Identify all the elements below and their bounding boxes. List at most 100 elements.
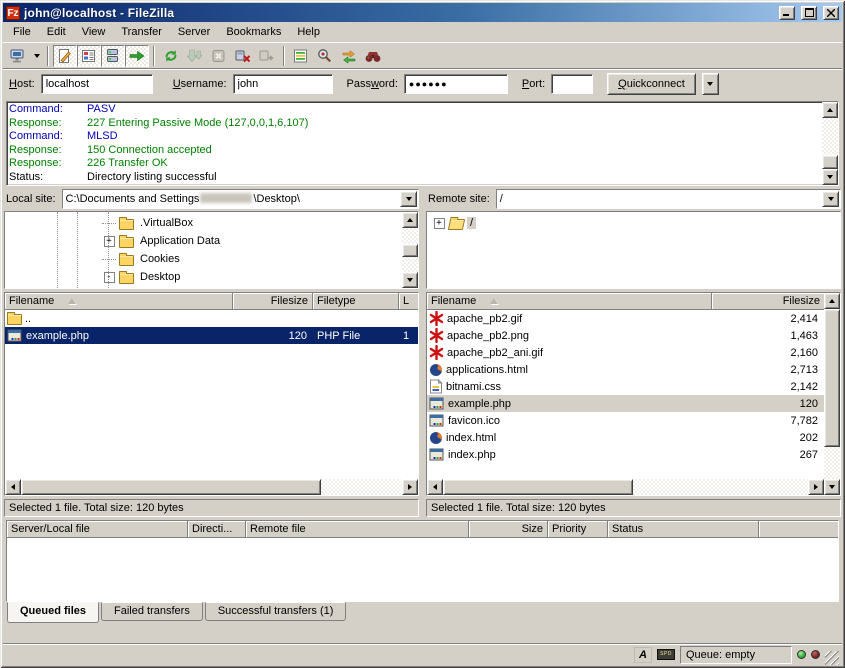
scrollbar-down-button[interactable] bbox=[822, 169, 838, 185]
remote-list-hscrollbar[interactable] bbox=[427, 479, 824, 495]
scrollbar-right-button[interactable] bbox=[402, 479, 418, 495]
log-scrollbar[interactable] bbox=[822, 102, 838, 185]
site-manager-button[interactable] bbox=[6, 45, 30, 67]
maximize-button[interactable] bbox=[801, 6, 817, 20]
scrollbar-up-button[interactable] bbox=[822, 102, 838, 118]
column-header-server-local-file[interactable]: Server/Local file bbox=[7, 521, 188, 538]
menu-edit[interactable]: Edit bbox=[39, 23, 74, 41]
column-header-remote-file[interactable]: Remote file bbox=[246, 521, 469, 538]
toggle-local-tree-button[interactable] bbox=[77, 45, 101, 67]
site-manager-dropdown[interactable] bbox=[30, 45, 43, 67]
menu-view[interactable]: View bbox=[74, 23, 114, 41]
column-header-filename[interactable]: Filename bbox=[427, 293, 712, 310]
local-path-combobox[interactable]: C:\Documents and Settings\Desktop\ bbox=[62, 189, 419, 209]
toggle-message-log-button[interactable] bbox=[53, 45, 77, 67]
column-header-filesize[interactable]: Filesize bbox=[233, 293, 313, 310]
file-row[interactable]: apache_pb2.png 1,463 bbox=[427, 327, 824, 344]
scrollbar-right-button[interactable] bbox=[808, 479, 824, 495]
column-header-lastmodified[interactable]: L bbox=[399, 293, 418, 310]
file-row[interactable]: apache_pb2.gif 2,414 bbox=[427, 310, 824, 327]
tab-failed-transfers[interactable]: Failed transfers bbox=[101, 602, 203, 621]
quickconnect-dropdown[interactable] bbox=[702, 73, 719, 95]
scrollbar-thumb[interactable] bbox=[822, 155, 838, 169]
scrollbar-down-button[interactable] bbox=[824, 479, 840, 495]
local-tree-scrollbar[interactable] bbox=[402, 212, 418, 288]
username-input[interactable] bbox=[233, 74, 333, 94]
menu-help[interactable]: Help bbox=[289, 23, 328, 41]
scrollbar-thumb[interactable] bbox=[21, 479, 321, 495]
scrollbar-down-button[interactable] bbox=[402, 272, 418, 288]
local-list-hscrollbar[interactable] bbox=[5, 479, 418, 495]
menu-server[interactable]: Server bbox=[170, 23, 218, 41]
process-queue-button[interactable] bbox=[183, 45, 207, 67]
cancel-operation-button[interactable] bbox=[207, 45, 231, 67]
scrollbar-thumb[interactable] bbox=[402, 244, 418, 257]
file-row-example-php[interactable]: example.php 120 PHP File 1 bbox=[5, 327, 418, 344]
remote-list-header: Filename Filesize bbox=[427, 293, 824, 310]
title-bar: Fz john@localhost - FileZilla bbox=[3, 3, 842, 22]
html-file-icon bbox=[429, 431, 443, 445]
quickconnect-button[interactable]: Quickconnect bbox=[607, 73, 696, 95]
arrow-left-icon bbox=[11, 484, 15, 490]
quickconnect-bar: Host: Username: Password: Port: Quickcon… bbox=[3, 68, 842, 99]
tree-expand-button[interactable]: + bbox=[434, 218, 445, 229]
tab-queued-files[interactable]: Queued files bbox=[7, 602, 99, 623]
menu-bookmarks[interactable]: Bookmarks bbox=[218, 23, 289, 41]
file-row[interactable]: index.html 202 bbox=[427, 429, 824, 446]
find-files-button[interactable] bbox=[361, 45, 385, 67]
tree-collapse-button[interactable]: - bbox=[104, 272, 115, 283]
reconnect-button[interactable] bbox=[255, 45, 279, 67]
toggle-queue-button[interactable] bbox=[125, 45, 149, 67]
disconnect-button[interactable] bbox=[231, 45, 255, 67]
scrollbar-up-button[interactable] bbox=[402, 212, 418, 228]
scrollbar-up-button[interactable] bbox=[824, 293, 840, 309]
toggle-remote-tree-button[interactable] bbox=[101, 45, 125, 67]
remote-path-combobox[interactable]: / bbox=[496, 189, 841, 209]
scrollbar-thumb[interactable] bbox=[824, 309, 840, 447]
local-path-dropdown[interactable] bbox=[400, 191, 417, 207]
column-header-status[interactable]: Status bbox=[608, 521, 759, 538]
column-header-filesize[interactable]: Filesize bbox=[712, 293, 824, 310]
scrollbar-left-button[interactable] bbox=[427, 479, 443, 495]
port-input[interactable] bbox=[551, 74, 593, 94]
file-row-parent-dir[interactable]: .. bbox=[5, 310, 418, 327]
close-button[interactable] bbox=[823, 6, 839, 20]
file-row[interactable]: applications.html 2,713 bbox=[427, 361, 824, 378]
menu-file[interactable]: File bbox=[5, 23, 39, 41]
minimize-button[interactable] bbox=[779, 6, 795, 20]
file-row[interactable]: favicon.ico 7,782 bbox=[427, 412, 824, 429]
scrollbar-left-button[interactable] bbox=[5, 479, 21, 495]
tree-guide bbox=[77, 212, 78, 288]
tree-item-desktop[interactable]: - Desktop bbox=[5, 268, 402, 286]
file-row[interactable]: apache_pb2_ani.gif 2,160 bbox=[427, 344, 824, 361]
remote-list-scrollbar[interactable] bbox=[824, 293, 840, 495]
tab-successful-transfers[interactable]: Successful transfers (1) bbox=[205, 602, 347, 621]
column-header-direction[interactable]: Directi... bbox=[188, 521, 246, 538]
tree-item-virtualbox[interactable]: .VirtualBox bbox=[5, 214, 402, 232]
column-header-priority[interactable]: Priority bbox=[548, 521, 608, 538]
file-row[interactable]: bitnami.css 2,142 bbox=[427, 378, 824, 395]
column-header-size[interactable]: Size bbox=[469, 521, 548, 538]
tree-item-cookies[interactable]: Cookies bbox=[5, 250, 402, 268]
host-input[interactable] bbox=[41, 74, 153, 94]
column-header-filetype[interactable]: Filetype bbox=[313, 293, 399, 310]
tree-item-application-data[interactable]: + Application Data bbox=[5, 232, 402, 250]
resize-grip[interactable] bbox=[825, 651, 839, 665]
directory-comparison-button[interactable] bbox=[313, 45, 337, 67]
speed-limit-icon[interactable]: SPD bbox=[657, 649, 675, 660]
window-title: john@localhost - FileZilla bbox=[24, 6, 775, 20]
synchronized-browsing-button[interactable] bbox=[337, 45, 361, 67]
menu-transfer[interactable]: Transfer bbox=[113, 23, 170, 41]
app-icon[interactable]: Fz bbox=[6, 6, 20, 20]
scrollbar-thumb[interactable] bbox=[443, 479, 633, 495]
tree-item-root[interactable]: + / bbox=[427, 214, 840, 232]
transfer-type-ascii-icon[interactable]: A bbox=[634, 647, 652, 663]
column-header-filename[interactable]: Filename bbox=[5, 293, 233, 310]
tree-expand-button[interactable]: + bbox=[104, 236, 115, 247]
file-row[interactable]: index.php 267 bbox=[427, 446, 824, 463]
directory-filters-button[interactable] bbox=[289, 45, 313, 67]
remote-path-dropdown[interactable] bbox=[822, 191, 839, 207]
file-row-example-php[interactable]: example.php 120 bbox=[427, 395, 824, 412]
refresh-button[interactable] bbox=[159, 45, 183, 67]
password-input[interactable] bbox=[404, 74, 508, 94]
